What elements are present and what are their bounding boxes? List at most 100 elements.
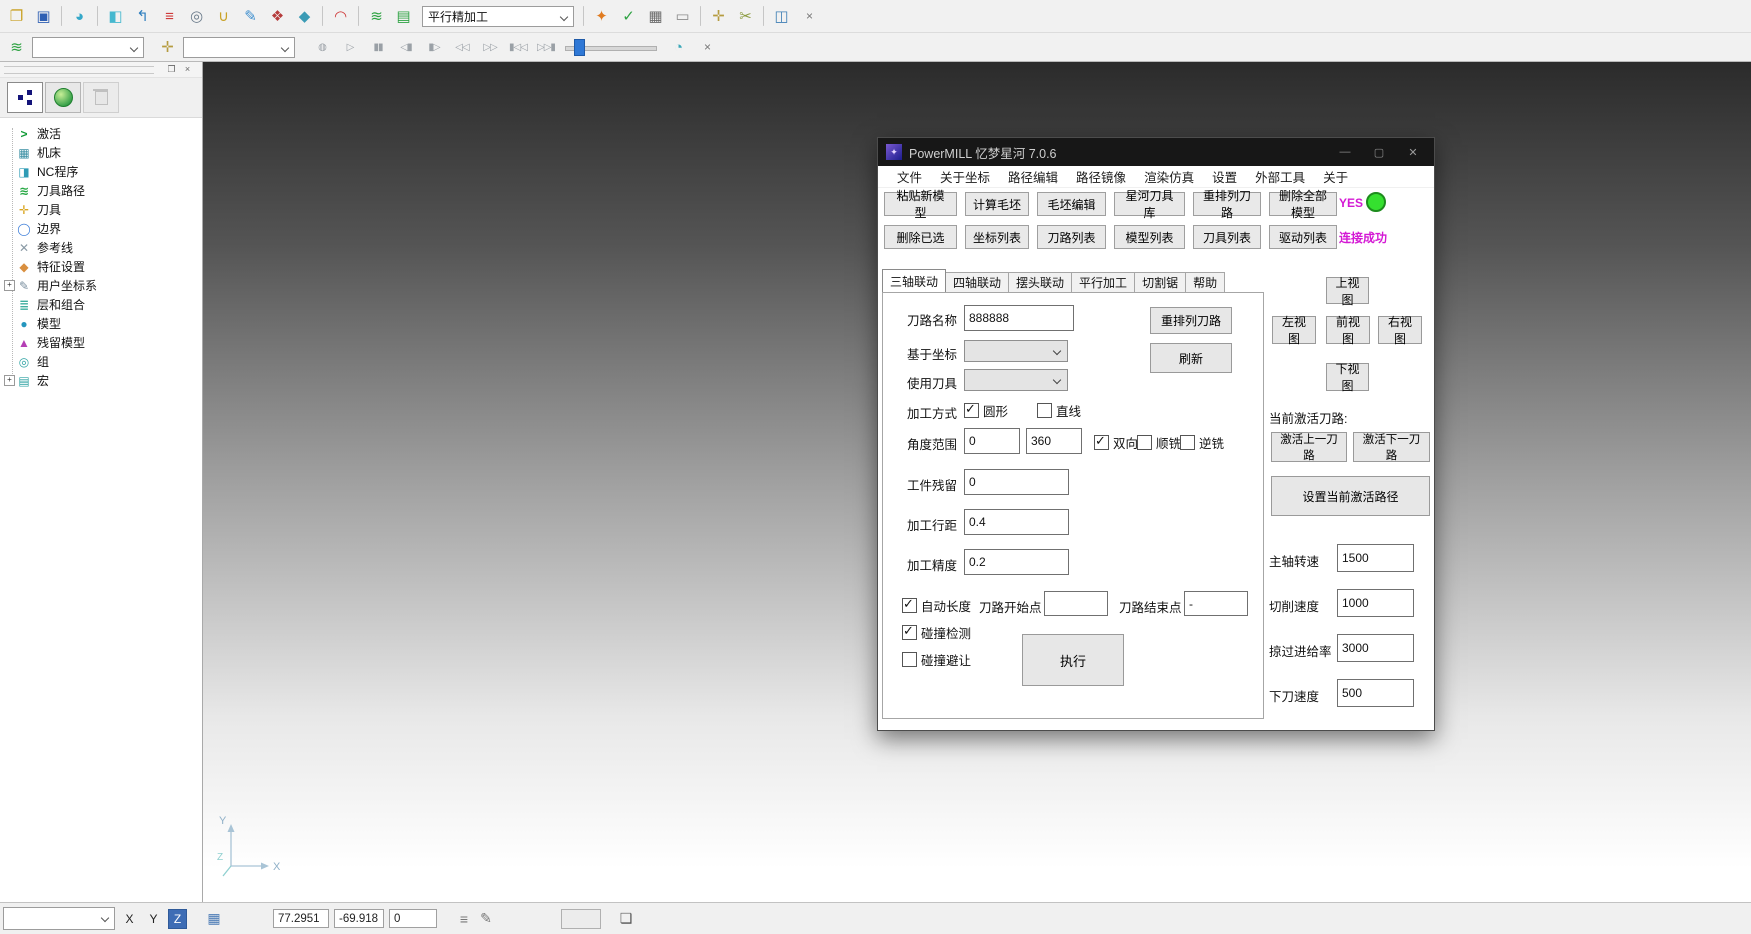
action-button[interactable]: 重排列刀路 <box>1193 192 1261 216</box>
plunge-feed-input[interactable] <box>1337 679 1414 707</box>
minimize-button[interactable]: — <box>1328 139 1362 165</box>
action-button[interactable]: 计算毛坯 <box>965 192 1029 216</box>
axis-z-button[interactable]: Z <box>168 909 187 929</box>
shaded-render-icon[interactable]: ◕ <box>67 4 92 29</box>
collision-check-checkbox[interactable]: 碰撞检测 <box>902 623 971 642</box>
step-back-icon[interactable]: ◁▮ <box>396 37 416 57</box>
sep[interactable] <box>322 6 323 26</box>
action-button[interactable]: 星河刀具库 <box>1114 192 1185 216</box>
grid-icon[interactable]: ▦ <box>203 909 225 929</box>
toolbar-close-button[interactable]: × <box>800 7 819 26</box>
set-active-path-button[interactable]: 设置当前激活路径 <box>1271 476 1430 516</box>
collision-check-icon[interactable]: ◠ <box>328 4 353 29</box>
angle-to-input[interactable] <box>1026 428 1082 454</box>
action-button[interactable]: 粘贴新模型 <box>884 192 957 216</box>
block-icon[interactable]: ◧ <box>103 4 128 29</box>
clock-icon[interactable]: ◔ <box>666 35 691 60</box>
tree-item-activate[interactable]: > 激活 <box>6 124 202 143</box>
transform-icon[interactable]: ✂ <box>733 4 758 29</box>
rearrange-toolpath-button[interactable]: 重排列刀路 <box>1150 307 1232 334</box>
tree-item-macro[interactable]: ▤ 宏 <box>6 371 202 390</box>
pause-icon[interactable]: ▮▮ <box>368 37 388 57</box>
close-button[interactable]: ✕ <box>1396 139 1430 165</box>
collision-avoid-checkbox[interactable]: 碰撞避让 <box>902 650 971 669</box>
fast-forward-icon[interactable]: ▷▷ <box>480 37 500 57</box>
sep[interactable] <box>583 6 584 26</box>
sep[interactable] <box>700 6 701 26</box>
toolpath-list-icon[interactable]: ▤ <box>391 4 416 29</box>
explorer-tree-tab[interactable] <box>7 82 43 113</box>
boundary-icon[interactable]: ∪ <box>211 4 236 29</box>
action-button[interactable]: 驱动列表 <box>1269 225 1337 249</box>
sim-speed-slider[interactable] <box>565 38 657 56</box>
toolpath-name-input[interactable] <box>964 305 1074 331</box>
tool-axis-icon[interactable]: ✛ <box>706 4 731 29</box>
menu-item[interactable]: 渲染仿真 <box>1135 167 1203 186</box>
menu-item[interactable]: 路径镜像 <box>1067 167 1135 186</box>
stepover-input[interactable] <box>964 509 1069 535</box>
point-distribution-icon[interactable]: ❖ <box>265 4 290 29</box>
checkbox-linear[interactable]: 直线 <box>1037 401 1081 420</box>
status-combo[interactable] <box>3 907 115 930</box>
calculator-icon[interactable]: ▦ <box>643 4 668 29</box>
tree-item-model[interactable]: ● 模型 <box>6 314 202 333</box>
sep[interactable] <box>61 6 62 26</box>
action-button[interactable]: 模型列表 <box>1114 225 1185 249</box>
rapid-feed-input[interactable] <box>1337 634 1414 662</box>
slider-thumb[interactable] <box>574 39 585 56</box>
panel-float-button[interactable]: ❐ <box>165 63 178 75</box>
action-button[interactable]: 删除已选 <box>884 225 957 249</box>
checkbox-bidirectional[interactable]: 双向 <box>1094 433 1138 452</box>
tree-item-levels[interactable]: ≣ 层和组合 <box>6 295 202 314</box>
go-end-icon[interactable]: ▷▷▮ <box>536 37 556 57</box>
pages-icon[interactable]: ❏ <box>615 909 637 929</box>
tool-combo[interactable] <box>964 369 1068 391</box>
activate-prev-button[interactable]: 激活上一刀路 <box>1271 432 1347 462</box>
tree-item-machine[interactable]: ▦ 机床 <box>6 143 202 162</box>
checkbox-conventional[interactable]: 逆铣 <box>1180 433 1224 452</box>
auto-length-checkbox[interactable]: 自动长度 <box>902 596 971 615</box>
expander-icon[interactable] <box>4 375 15 386</box>
sim-tool-combo[interactable] <box>183 37 295 58</box>
view-right-button[interactable]: 右视图 <box>1378 316 1422 344</box>
explorer-trash-tab[interactable] <box>83 82 119 113</box>
rewind-icon[interactable]: ◁◁ <box>452 37 472 57</box>
coord-x-field[interactable] <box>273 909 329 928</box>
sep[interactable] <box>763 6 764 26</box>
action-button[interactable]: 刀具列表 <box>1193 225 1261 249</box>
tool-create-icon[interactable]: ◎ <box>184 4 209 29</box>
light-icon[interactable]: ◍ <box>312 37 332 57</box>
calculate-toolpath-icon[interactable]: ✦ <box>589 4 614 29</box>
toolpath-strategy-icon[interactable]: ↰ <box>130 4 155 29</box>
activate-next-button[interactable]: 激活下一刀路 <box>1353 432 1430 462</box>
explorer-grip[interactable]: ❐ × <box>0 62 202 78</box>
toolpath-spring-icon[interactable]: ≋ <box>364 4 389 29</box>
view-bottom-button[interactable]: 下视图 <box>1326 363 1369 391</box>
refresh-button[interactable]: 刷新 <box>1150 343 1232 373</box>
sim-toolpath-combo[interactable] <box>32 37 144 58</box>
tree-item-workplane[interactable]: ✎ 用户坐标系 <box>6 276 202 295</box>
tab-saw[interactable]: 切割锯 <box>1134 272 1186 292</box>
expander-icon[interactable] <box>4 280 15 291</box>
compare-models-icon[interactable]: ◫ <box>769 4 794 29</box>
sep[interactable] <box>97 6 98 26</box>
start-point-input[interactable] <box>1044 591 1108 616</box>
axis-x-button[interactable]: X <box>120 909 139 929</box>
pattern-icon[interactable]: ✎ <box>238 4 263 29</box>
end-point-input[interactable] <box>1184 591 1248 616</box>
spindle-speed-input[interactable] <box>1337 544 1414 572</box>
cutting-feed-input[interactable] <box>1337 589 1414 617</box>
menu-item[interactable]: 关于坐标 <box>931 167 999 186</box>
view-front-button[interactable]: 前视图 <box>1326 316 1370 344</box>
checkbox-circular[interactable]: 圆形 <box>964 401 1008 420</box>
tool-holder-icon[interactable]: ◆ <box>292 4 317 29</box>
dialog-titlebar[interactable]: ✦ PowerMILL 忆梦星河 7.0.6 — ▢ ✕ <box>878 138 1434 166</box>
checkbox-climb[interactable]: 顺铣 <box>1137 433 1181 452</box>
axis-y-button[interactable]: Y <box>144 909 163 929</box>
tab-four-axis[interactable]: 四轴联动 <box>945 272 1009 292</box>
panel-close-button[interactable]: × <box>181 63 194 75</box>
menu-item[interactable]: 路径编辑 <box>999 167 1067 186</box>
stock-allowance-input[interactable] <box>964 469 1069 495</box>
tree-item-feature-set[interactable]: ◆ 特征设置 <box>6 257 202 276</box>
tolerance-input[interactable] <box>964 549 1069 575</box>
